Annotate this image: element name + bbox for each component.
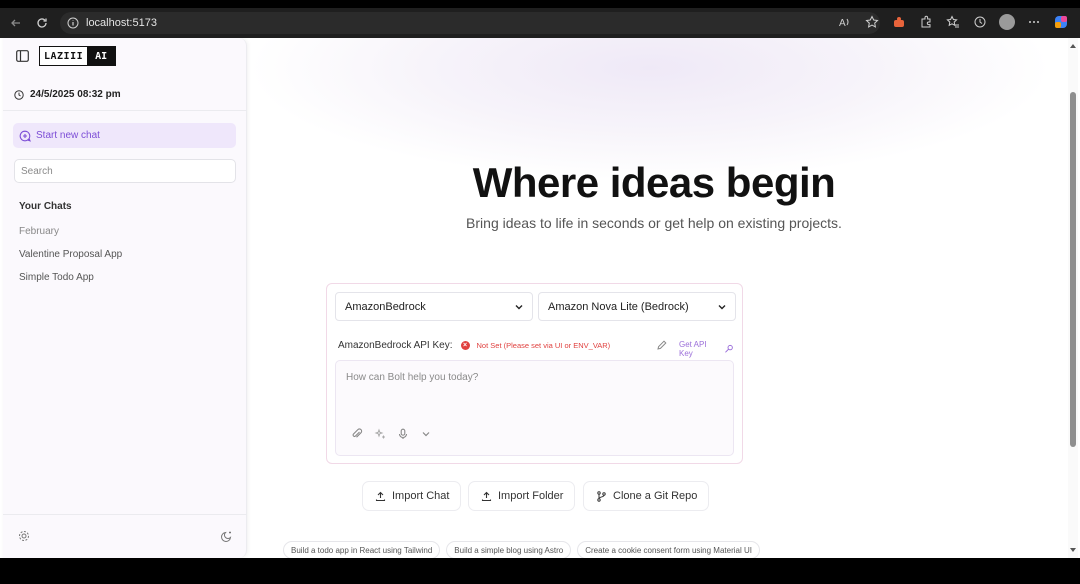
sidebar: LAZIII AI 24/5/2025 08:32 pm Start new c… (3, 38, 247, 558)
new-chat-icon (19, 130, 31, 142)
upload-icon (480, 490, 492, 502)
logo-text-right: AI (87, 47, 116, 65)
your-chats-heading: Your Chats (19, 201, 72, 212)
key-icon (725, 344, 734, 353)
example-prompt-chip[interactable]: Create a cookie consent form using Mater… (577, 541, 760, 558)
back-icon[interactable] (6, 13, 26, 33)
start-new-chat-button[interactable]: Start new chat (13, 123, 236, 148)
chat-composer-card: AmazonBedrock Amazon Nova Lite (Bedrock)… (326, 283, 743, 464)
example-prompt-chip[interactable]: Build a todo app in React using Tailwind (283, 541, 441, 558)
provider-select-value: AmazonBedrock (345, 300, 426, 313)
url-text: localhost:5173 (86, 17, 157, 29)
reload-icon[interactable] (32, 13, 52, 33)
page-title: Where ideas begin (472, 159, 836, 206)
favorite-star-icon[interactable] (863, 13, 881, 31)
chevron-down-icon (515, 305, 523, 310)
import-folder-button[interactable]: Import Folder (468, 481, 576, 511)
search-input[interactable] (14, 159, 236, 183)
svg-text:A: A (839, 18, 846, 29)
example-prompts: Build a todo app in React using Tailwind… (283, 541, 760, 558)
read-aloud-icon[interactable]: A (836, 13, 854, 31)
chat-group-label: February (19, 226, 60, 237)
chevron-down-icon (718, 305, 726, 310)
git-branch-icon (595, 490, 607, 502)
copilot-icon[interactable] (1052, 13, 1070, 31)
clock-icon (14, 89, 24, 100)
favorites-icon[interactable] (944, 13, 962, 31)
settings-gear-icon[interactable] (17, 529, 31, 543)
extension-icon[interactable] (890, 13, 908, 31)
get-api-key-link[interactable]: Get API Key (679, 340, 734, 358)
more-menu-icon[interactable] (1025, 13, 1043, 31)
theme-toggle-icon[interactable] (220, 529, 234, 543)
api-key-row: AmazonBedrock API Key: × Not Set (Please… (338, 338, 734, 358)
error-icon: × (460, 340, 470, 350)
page-scrollbar[interactable] (1068, 38, 1078, 558)
upload-icon (374, 490, 386, 502)
app-page: LAZIII AI 24/5/2025 08:32 pm Start new c… (0, 38, 1080, 558)
chevron-down-icon[interactable] (419, 427, 433, 441)
app-logo[interactable]: LAZIII AI (39, 46, 117, 66)
model-select-value: Amazon Nova Lite (Bedrock) (548, 300, 689, 313)
scroll-down-arrow-icon[interactable] (1069, 546, 1077, 554)
browser-toolbar: localhost:5173 A (0, 8, 1080, 38)
api-key-label: AmazonBedrock API Key: (338, 339, 453, 351)
microphone-icon[interactable] (396, 427, 410, 441)
logo-text-left: LAZIII (40, 47, 88, 65)
start-new-chat-label: Start new chat (36, 130, 100, 141)
enhance-sparkle-icon[interactable] (373, 427, 387, 441)
sidebar-toggle-icon[interactable] (15, 49, 29, 63)
api-key-status: Not Set (Please set via UI or ENV_VAR) (476, 340, 611, 350)
divider (3, 514, 247, 515)
prompt-input[interactable] (336, 361, 733, 421)
scroll-up-arrow-icon[interactable] (1069, 42, 1077, 50)
provider-select[interactable]: AmazonBedrock (335, 292, 533, 321)
datetime: 24/5/2025 08:32 pm (14, 89, 121, 100)
attachment-paperclip-icon[interactable] (350, 427, 364, 441)
prompt-box (335, 360, 734, 456)
chat-item-simple-todo-app[interactable]: Simple Todo App (19, 272, 94, 283)
import-chat-label: Import Chat (392, 490, 450, 502)
clone-git-repo-label: Clone a Git Repo (613, 490, 698, 502)
history-icon[interactable] (971, 13, 989, 31)
divider (3, 110, 247, 111)
example-prompt-chip[interactable]: Build a simple blog using Astro (446, 541, 572, 558)
clone-git-repo-button[interactable]: Clone a Git Repo (583, 481, 710, 511)
page-subtitle: Bring ideas to life in seconds or get he… (466, 215, 842, 231)
extensions-puzzle-icon[interactable] (917, 13, 935, 31)
model-select[interactable]: Amazon Nova Lite (Bedrock) (538, 292, 736, 321)
scrollbar-thumb[interactable] (1070, 92, 1076, 447)
import-chat-button[interactable]: Import Chat (362, 481, 462, 511)
chat-item-valentine-proposal-app[interactable]: Valentine Proposal App (19, 249, 122, 260)
edit-pencil-icon[interactable] (656, 339, 668, 351)
get-api-key-label: Get API Key (679, 340, 707, 358)
address-bar[interactable]: localhost:5173 (60, 12, 880, 34)
datetime-text: 24/5/2025 08:32 pm (30, 89, 121, 100)
profile-avatar-icon[interactable] (998, 13, 1016, 31)
import-folder-label: Import Folder (498, 490, 564, 502)
info-icon[interactable] (66, 16, 80, 30)
